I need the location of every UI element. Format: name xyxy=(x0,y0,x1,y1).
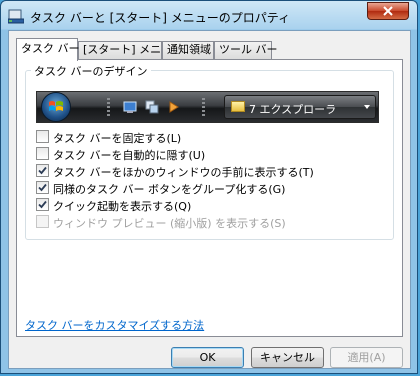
customize-taskbar-link[interactable]: タスク バーをカスタマイズする方法 xyxy=(25,317,204,333)
option-label: ウィンドウ プレビュー (縮小版) を表示する(S) xyxy=(53,217,286,230)
option-label: タスク バーを固定する(L) xyxy=(53,132,182,145)
taskbar-properties-icon xyxy=(7,9,25,24)
switch-windows-icon xyxy=(145,100,159,114)
tab-label: 通知領域 xyxy=(167,43,211,56)
taskbar-appearance-group: 7 エクスプローラ タスク バーを固定する(L) タスク バーを自動的に隠す(U… xyxy=(25,70,394,240)
checkmark-icon xyxy=(38,183,47,192)
group-label: タスク バーのデザイン xyxy=(31,63,151,79)
folder-icon xyxy=(231,101,245,112)
option-label: クイック起動を表示する(Q) xyxy=(53,200,192,213)
taskbar-preview-image: 7 エクスプローラ xyxy=(36,91,379,123)
checkbox[interactable] xyxy=(36,147,49,160)
properties-window: タスク バーと [スタート] メニューのプロパティ タスク バー [スタート] … xyxy=(0,0,418,374)
toolbar-grip-icon xyxy=(202,98,205,116)
checkbox[interactable] xyxy=(36,130,49,143)
taskbar-button-explorer: 7 エクスプローラ xyxy=(224,95,376,119)
tab-notification-area[interactable]: 通知領域 xyxy=(162,41,214,59)
tab-taskbar[interactable]: タスク バー xyxy=(16,38,80,61)
close-icon xyxy=(383,6,393,16)
window-title: タスク バーと [スタート] メニューのプロパティ xyxy=(30,11,291,25)
taskbar-tab-panel: タスク バーのデザイン 7 エクスプローラ タスク バーを固定する(L) タスク… xyxy=(16,59,403,337)
tab-label: タスク バー xyxy=(21,42,80,55)
cancel-button[interactable]: キャンセル xyxy=(251,347,324,368)
dialog-client-area: タスク バー [スタート] メニュー 通知領域 ツール バー タスク バーのデザ… xyxy=(8,30,411,369)
apply-button: 適用(A) xyxy=(330,347,403,368)
toolbar-grip-icon xyxy=(107,98,110,116)
checkmark-icon xyxy=(38,166,47,175)
media-player-icon xyxy=(169,101,179,113)
checkmark-icon xyxy=(38,200,47,209)
show-desktop-icon xyxy=(123,101,137,113)
checkbox xyxy=(36,215,49,228)
checkbox[interactable] xyxy=(36,164,49,177)
title-bar[interactable]: タスク バーと [スタート] メニューのプロパティ xyxy=(1,1,417,31)
tab-toolbars[interactable]: ツール バー xyxy=(214,41,278,59)
option-label: タスク バーをほかのウィンドウの手前に表示する(T) xyxy=(53,166,314,179)
taskbar-button-label: 7 エクスプローラ xyxy=(249,103,337,116)
tab-start-menu[interactable]: [スタート] メニュー xyxy=(78,41,183,59)
option-label: タスク バーを自動的に隠す(U) xyxy=(53,149,206,162)
start-orb-icon xyxy=(41,92,71,122)
checkbox[interactable] xyxy=(36,181,49,194)
option-label: 同様のタスク バー ボタンをグループ化する(G) xyxy=(53,183,286,196)
dropdown-arrow-icon xyxy=(364,105,370,109)
tab-label: ツール バー xyxy=(219,43,278,56)
close-button[interactable] xyxy=(367,2,409,20)
ok-button[interactable]: OK xyxy=(171,347,244,368)
checkbox[interactable] xyxy=(36,198,49,211)
